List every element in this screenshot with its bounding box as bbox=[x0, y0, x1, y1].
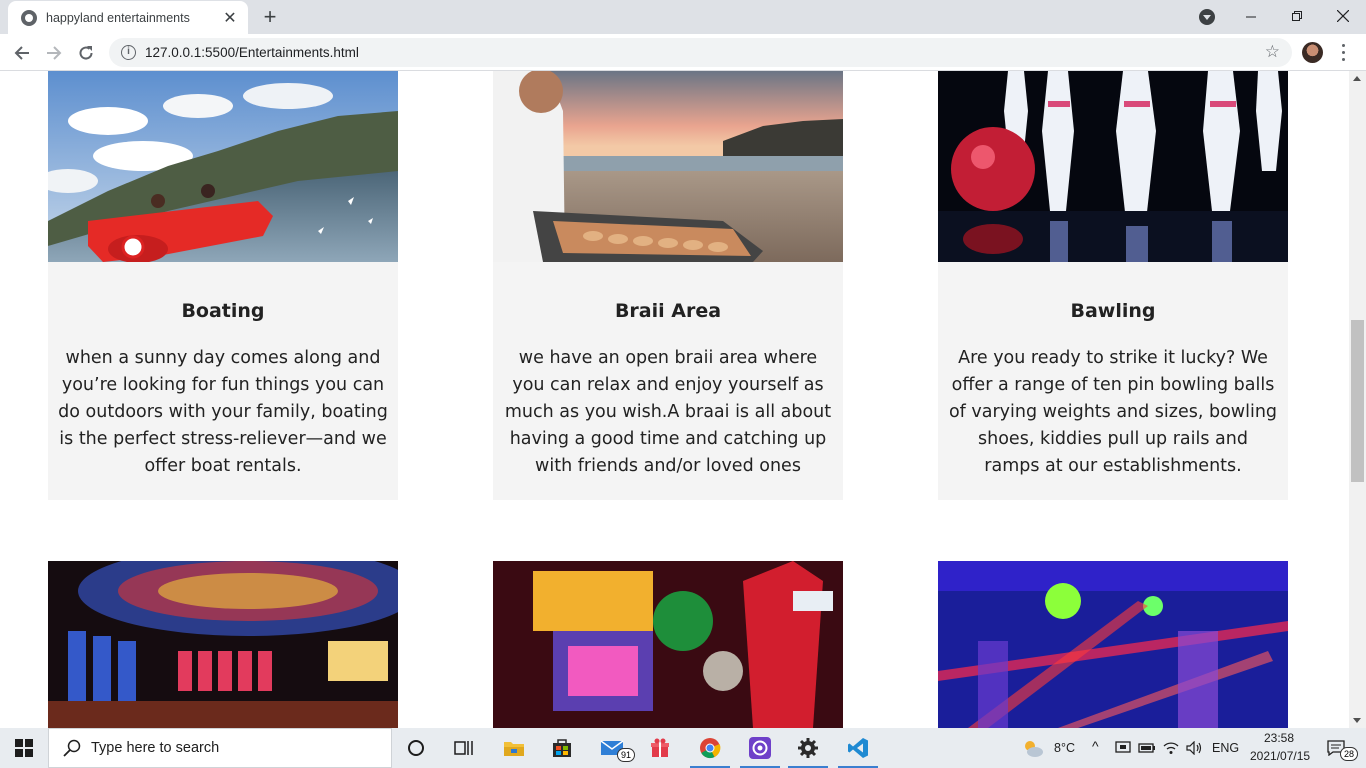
vscode-button[interactable] bbox=[834, 728, 882, 768]
battery-button[interactable] bbox=[1136, 728, 1158, 768]
tab-strip: happyland entertainments ✕ + bbox=[0, 0, 1366, 34]
bookmark-star-icon[interactable]: ☆ bbox=[1265, 42, 1280, 62]
chevron-up-icon[interactable]: ^ bbox=[1092, 738, 1099, 754]
chrome-icon bbox=[700, 738, 721, 759]
braai-image bbox=[493, 71, 843, 262]
arcade-image bbox=[493, 561, 843, 728]
speaker-icon bbox=[1186, 741, 1202, 755]
monitor-icon bbox=[1115, 741, 1131, 753]
card-title: Boating bbox=[181, 300, 265, 322]
braai-card-body: Braii Area we have an open braii area wh… bbox=[493, 262, 843, 500]
settings-button[interactable] bbox=[784, 728, 832, 768]
mail-button[interactable]: 91 bbox=[588, 728, 636, 768]
profile-avatar[interactable] bbox=[1302, 42, 1323, 63]
page-scrollbar[interactable] bbox=[1349, 71, 1366, 728]
site-info-icon[interactable]: i bbox=[121, 45, 136, 60]
search-icon bbox=[63, 739, 81, 757]
chrome-taskbar-button[interactable] bbox=[686, 728, 734, 768]
globe-icon bbox=[21, 9, 37, 26]
notification-badge: 28 bbox=[1340, 747, 1359, 761]
card-description: we have an open braii area where you can… bbox=[504, 348, 832, 476]
boating-photo-icon bbox=[48, 71, 398, 262]
store-bag-icon bbox=[553, 739, 571, 757]
notifications-button[interactable]: 28 bbox=[1316, 728, 1359, 768]
start-button[interactable] bbox=[0, 728, 48, 768]
restore-icon bbox=[1291, 10, 1302, 21]
github-icon bbox=[749, 737, 771, 759]
store-button[interactable] bbox=[538, 728, 586, 768]
back-arrow-icon bbox=[14, 46, 29, 60]
tab-search-icon[interactable] bbox=[1199, 9, 1215, 25]
reload-button[interactable] bbox=[72, 39, 100, 67]
task-view-icon bbox=[454, 741, 473, 755]
gift-app-button[interactable] bbox=[636, 728, 684, 768]
browser-tab[interactable]: happyland entertainments ✕ bbox=[8, 1, 248, 34]
volume-button[interactable] bbox=[1184, 728, 1206, 768]
mail-badge: 91 bbox=[617, 748, 636, 762]
gift-icon bbox=[651, 738, 669, 757]
restore-button[interactable] bbox=[1274, 0, 1320, 32]
task-view-button[interactable] bbox=[440, 728, 488, 768]
minimize-icon bbox=[1245, 16, 1256, 17]
close-icon bbox=[1337, 10, 1349, 22]
file-explorer-button[interactable] bbox=[490, 728, 538, 768]
forward-arrow-icon bbox=[47, 46, 62, 60]
taskbar-search-box[interactable]: Type here to search bbox=[48, 728, 392, 768]
scroll-down-icon[interactable] bbox=[1353, 718, 1361, 723]
braai-photo-icon bbox=[493, 71, 843, 262]
browser-toolbar: i 127.0.0.1:5500/Entertainments.html ☆ bbox=[0, 34, 1366, 71]
cortana-circle-icon bbox=[408, 740, 424, 756]
clock-date[interactable]: 2021/07/15 bbox=[1250, 749, 1310, 763]
boating-image bbox=[48, 71, 398, 262]
scrollbar-thumb[interactable] bbox=[1351, 320, 1364, 482]
address-bar[interactable]: i 127.0.0.1:5500/Entertainments.html ☆ bbox=[109, 38, 1292, 67]
page-viewport: Boating when a sunny day comes along and… bbox=[0, 71, 1349, 728]
github-desktop-button[interactable] bbox=[736, 728, 784, 768]
browser-menu-button[interactable] bbox=[1335, 42, 1351, 63]
reload-icon bbox=[79, 46, 93, 60]
close-tab-button[interactable]: ✕ bbox=[222, 9, 238, 26]
search-placeholder: Type here to search bbox=[91, 740, 220, 756]
new-tab-button[interactable]: + bbox=[258, 5, 282, 29]
casino-image bbox=[48, 561, 398, 728]
windows-logo-icon bbox=[15, 739, 33, 757]
tab-title: happyland entertainments bbox=[46, 10, 190, 25]
forward-button[interactable] bbox=[40, 39, 68, 67]
network-button[interactable] bbox=[1160, 728, 1182, 768]
arcade-photo-icon bbox=[493, 561, 843, 728]
folder-icon bbox=[504, 742, 524, 756]
partly-cloudy-icon bbox=[1025, 741, 1043, 757]
weather-temperature: 8°C bbox=[1054, 741, 1075, 755]
close-window-button[interactable] bbox=[1320, 0, 1366, 32]
clock-time[interactable]: 23:58 bbox=[1264, 731, 1294, 745]
bowling-photo-icon bbox=[938, 71, 1288, 262]
laser-tag-photo-icon bbox=[938, 561, 1288, 728]
cortana-button[interactable] bbox=[392, 728, 440, 768]
card-description: Are you ready to strike it lucky? We off… bbox=[948, 348, 1278, 476]
minimize-button[interactable] bbox=[1228, 0, 1274, 32]
scroll-up-icon[interactable] bbox=[1353, 76, 1361, 81]
wifi-icon bbox=[1163, 742, 1179, 754]
vscode-icon bbox=[848, 738, 868, 758]
taskbar: Type here to search 91 8°C ^ ENG 23:58 2… bbox=[0, 728, 1366, 768]
bowling-card-body: Bawling Are you ready to strike it lucky… bbox=[938, 262, 1288, 500]
card-description: when a sunny day comes along and you’re … bbox=[58, 348, 388, 476]
url-text: 127.0.0.1:5500/Entertainments.html bbox=[145, 45, 359, 60]
battery-icon bbox=[1138, 743, 1155, 753]
laser-tag-image bbox=[938, 561, 1288, 728]
weather-button[interactable] bbox=[1018, 728, 1048, 768]
card-title: Braii Area bbox=[614, 300, 722, 322]
gear-icon bbox=[798, 738, 818, 758]
meet-now-button[interactable] bbox=[1112, 728, 1134, 768]
bowling-image bbox=[938, 71, 1288, 262]
input-language[interactable]: ENG bbox=[1212, 741, 1239, 755]
boating-card-body: Boating when a sunny day comes along and… bbox=[48, 262, 398, 500]
casino-photo-icon bbox=[48, 561, 398, 728]
back-button[interactable] bbox=[8, 39, 36, 67]
card-title: Bawling bbox=[1070, 300, 1156, 322]
